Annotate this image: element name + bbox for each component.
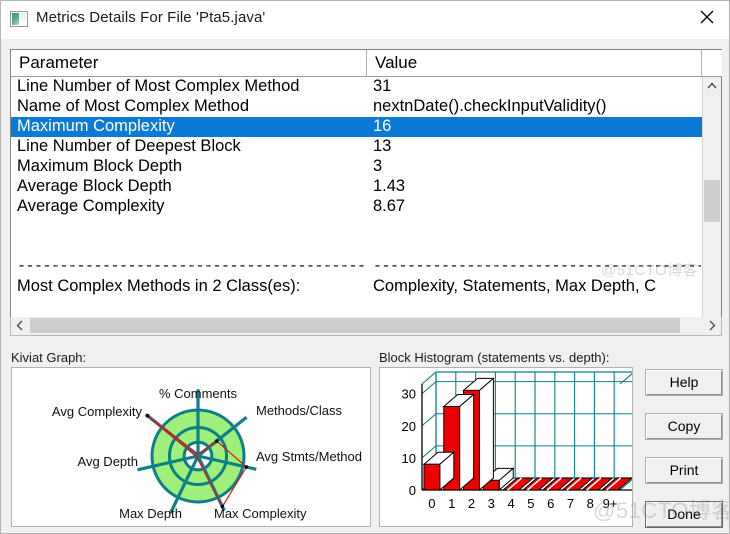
y-axis-tick-label: 0 [409,483,416,498]
x-axis-tick-label: 0 [428,496,435,511]
cell-value: 8.67 [373,197,406,215]
table-row[interactable]: Line Number of Deepest Block 13 [11,137,702,157]
cell-parameter: Average Block Depth [17,177,172,195]
table-row[interactable]: Most Complex Methods in 2 Class(es): Comp… [11,277,702,297]
kiviat-data-point [145,414,150,418]
kiviat-axis-label: Max Complexity [214,506,307,521]
close-button[interactable] [685,1,729,33]
grid-tick-connector [421,413,437,427]
table-row[interactable] [11,237,702,257]
metrics-table[interactable]: Parameter Value Line Number of Most Comp… [10,49,722,335]
cell-value: Complexity, Statements, Max Depth, C [373,277,657,295]
cell-value: ----------------------------------------… [373,258,701,275]
x-axis-tick-label: 4 [507,496,514,511]
cell-value [373,237,701,257]
metrics-details-dialog: Metrics Details For File 'Pta5.java' Par… [0,0,730,534]
cell-value: 31 [373,77,392,95]
print-button[interactable]: Print [645,457,723,484]
table-row[interactable]: Maximum Block Depth 3 [11,157,702,177]
cell-value: 3 [373,157,383,175]
plot-depth-edge [421,371,437,385]
table-row[interactable]: Line Number of Most Complex Method 31 [11,77,702,97]
cell-parameter: Line Number of Deepest Block [17,137,241,155]
column-header-spacer [702,50,722,76]
chevron-up-icon [707,82,717,89]
window-title: Metrics Details For File 'Pta5.java' [36,9,266,26]
chevron-right-icon [709,320,716,331]
x-axis-tick-label: 7 [567,496,574,511]
block-histogram-label: Block Histogram (statements vs. depth): [379,350,610,365]
kiviat-chart: % Comments Methods/Class Avg Stmts/Method M… [52,386,362,521]
kiviat-axis-label: Avg Depth [78,454,138,469]
cell-value: 13 [373,137,392,155]
table-row[interactable]: Maximum Complexity 16 [11,117,702,137]
cell-parameter: ----------------------------------------… [17,258,367,275]
table-body: Line Number of Most Complex Method 31 Name… [11,77,702,335]
kiviat-axis-label: Avg Stmts/Method [256,449,362,464]
y-axis-tick-label: 30 [402,387,416,402]
chevron-left-icon [16,320,23,331]
cell-parameter [17,217,367,237]
cell-parameter: Line Number of Most Complex Method [17,77,300,95]
x-axis-tick-label: 9+ [603,496,618,511]
column-header-parameter[interactable]: Parameter [11,50,367,76]
close-icon [700,10,714,24]
x-axis-tick-label: 1 [448,496,455,511]
table-row[interactable]: Average Complexity 8.67 [11,197,702,217]
cell-value: nextnDate().checkInputValidity() [373,97,607,115]
cell-value [373,217,701,237]
kiviat-axis-label: Methods/Class [256,403,342,418]
kiviat-graph-label: Kiviat Graph: [11,350,87,365]
copy-button[interactable]: Copy [645,413,723,440]
table-row[interactable]: ----------------------------------------… [11,257,702,277]
table-row[interactable]: Name of Most Complex Method nextnDate().c… [11,97,702,117]
kiviat-data-point [214,439,219,443]
horizontal-scrollbar[interactable] [10,317,722,336]
cell-parameter: Most Complex Methods in 2 Class(es): [17,277,301,295]
cell-parameter: Name of Most Complex Method [17,97,250,115]
table-header-row: Parameter Value [11,50,722,77]
cell-parameter: Average Complexity [17,197,165,215]
kiviat-axis-label: Avg Complexity [52,404,143,419]
y-axis-tick-label: 10 [402,451,416,466]
kiviat-data-point [244,465,249,469]
kiviat-graph-panel: % Comments Methods/Class Avg Stmts/Method M… [11,367,371,527]
table-row[interactable] [11,217,702,237]
kiviat-axis-label: Max Depth [119,506,182,521]
x-axis-tick-label: 6 [547,496,554,511]
grid-tick-connector [421,381,437,395]
block-histogram-panel: 0 10 20 30 9+ 8 7 6 5 4 3 2 1 0 [379,367,635,527]
cell-value: 16 [373,117,392,135]
x-axis-tick-label: 3 [488,496,495,511]
table-row[interactable]: Average Block Depth 1.43 [11,177,702,197]
title-bar: Metrics Details For File 'Pta5.java' [1,1,729,39]
column-header-value[interactable]: Value [367,50,702,76]
y-axis-tick-label: 20 [402,419,416,434]
scroll-right-button[interactable] [703,317,721,334]
kiviat-axis-label: % Comments [159,386,238,401]
scroll-up-button[interactable] [703,77,721,95]
vertical-scrollbar[interactable] [702,77,721,334]
horizontal-scroll-thumb[interactable] [30,318,680,333]
cell-parameter: Maximum Complexity [17,117,175,135]
help-button[interactable]: Help [645,369,723,396]
block-histogram-chart: 01020309+876543210 [402,371,635,511]
done-button[interactable]: Done [645,501,723,528]
cell-parameter: Maximum Block Depth [17,157,183,175]
x-axis-tick-label: 2 [468,496,475,511]
vertical-scroll-thumb[interactable] [704,180,720,222]
cell-parameter [17,237,367,257]
x-axis-tick-label: 8 [587,496,594,511]
scroll-left-button[interactable] [11,317,29,334]
x-axis-tick-label: 5 [527,496,534,511]
cell-value: 1.43 [373,177,406,195]
image-icon [10,11,28,27]
